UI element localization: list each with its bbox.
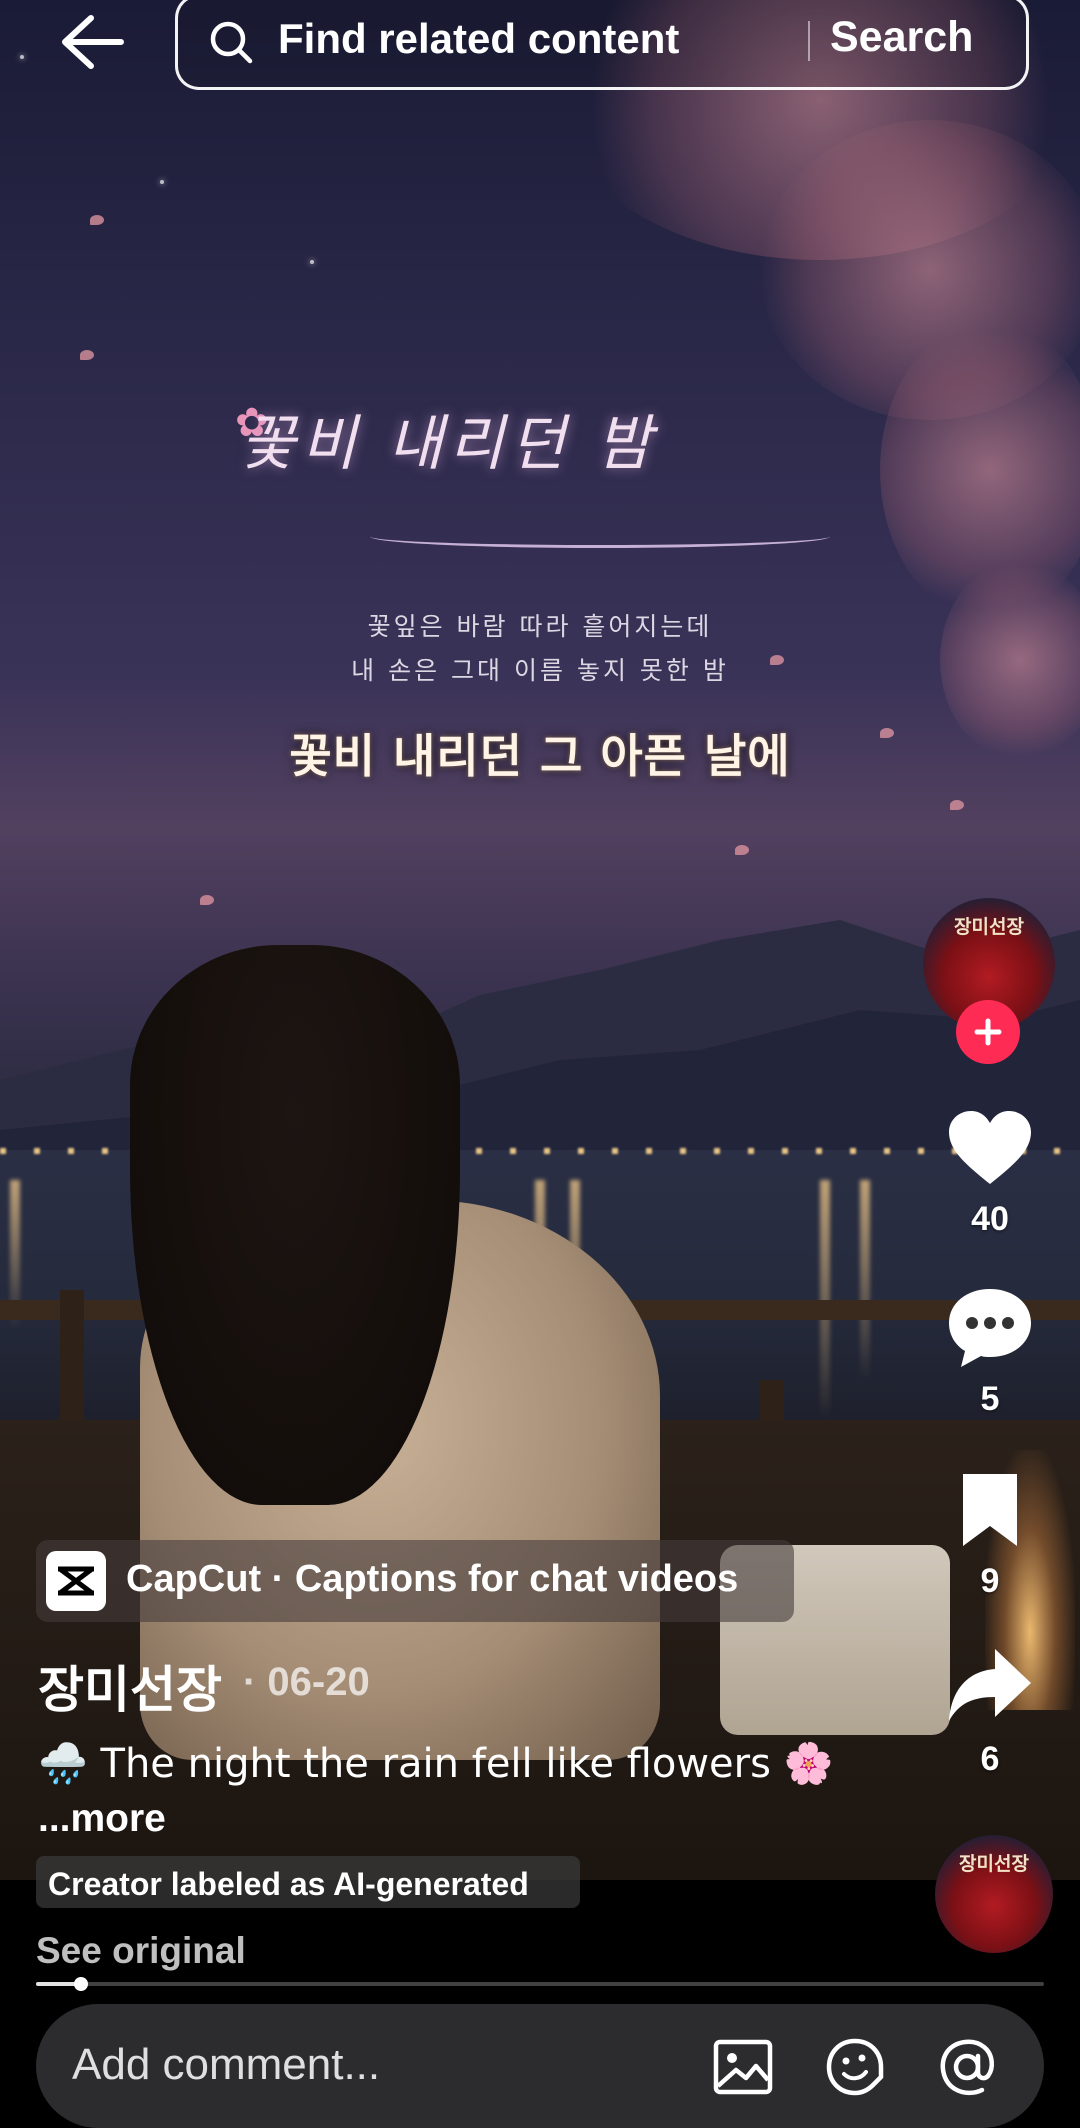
video-description[interactable]: 🌧️ The night the rain fell like flowers … <box>38 1740 833 1787</box>
woman-hair <box>130 945 460 1505</box>
more-link[interactable]: ...more <box>38 1797 166 1841</box>
share-button[interactable] <box>945 1645 1035 1730</box>
search-input[interactable]: Find related content <box>278 15 679 63</box>
poem-underline <box>370 525 830 548</box>
poem-title: 꽃비 내리던 밤 <box>240 409 658 479</box>
capcut-label: CapCut · Captions for chat videos <box>126 1558 739 1600</box>
poem-line-1: 꽃잎은 바람 따라 흩어지는데 <box>367 612 713 641</box>
heart-icon <box>949 1111 1031 1184</box>
save-count: 9 <box>980 1562 1000 1600</box>
progress-knob[interactable] <box>74 1977 89 1991</box>
capcut-anchor[interactable]: CapCut · Captions for chat videos <box>36 1540 794 1622</box>
follow-button[interactable] <box>956 1000 1020 1064</box>
save-button[interactable] <box>955 1470 1025 1555</box>
comment-button[interactable] <box>945 1285 1035 1375</box>
emoji-icon[interactable] <box>824 2036 886 2098</box>
like-button[interactable] <box>945 1108 1035 1193</box>
search-icon <box>210 21 253 64</box>
capcut-logo-icon <box>46 1551 106 1611</box>
author-name[interactable]: 장미선장 <box>38 1650 222 1722</box>
ai-label-badge[interactable]: Creator labeled as AI-generated <box>36 1856 580 1908</box>
progress-bar[interactable] <box>36 1977 1044 1991</box>
ai-label-text: Creator labeled as AI-generated <box>48 1866 529 1902</box>
comment-bar[interactable]: Add comment... <box>36 2004 1044 2128</box>
poem-line-2: 내 손은 그대 이름 놓지 못한 밤 <box>351 656 729 685</box>
share-arrow-icon <box>949 1649 1031 1721</box>
bookmark-icon <box>963 1474 1017 1546</box>
image-icon[interactable] <box>712 2036 774 2098</box>
search-bar[interactable]: Find related content Search <box>175 0 1029 90</box>
avatar-label: 장미선장 <box>954 916 1024 938</box>
comment-input[interactable]: Add comment... <box>72 2040 380 2090</box>
share-count: 6 <box>980 1740 1000 1778</box>
back-arrow-icon <box>62 15 124 69</box>
see-original-link[interactable]: See original <box>36 1930 246 1972</box>
comment-bubble-icon <box>949 1289 1031 1367</box>
back-button[interactable] <box>55 12 135 72</box>
video-caption: 꽃비 내리던 그 아픈 날에 <box>289 729 791 783</box>
sound-avatar[interactable]: 장미선장 <box>935 1835 1053 1953</box>
sound-avatar-label: 장미선장 <box>959 1853 1029 1875</box>
comment-count: 5 <box>980 1380 1000 1418</box>
like-count: 40 <box>971 1200 1009 1238</box>
post-date: · 06-20 <box>243 1660 370 1704</box>
search-divider <box>808 21 810 61</box>
search-button[interactable]: Search <box>830 13 973 62</box>
mention-icon[interactable] <box>936 2036 998 2098</box>
plus-icon <box>974 1018 1002 1046</box>
